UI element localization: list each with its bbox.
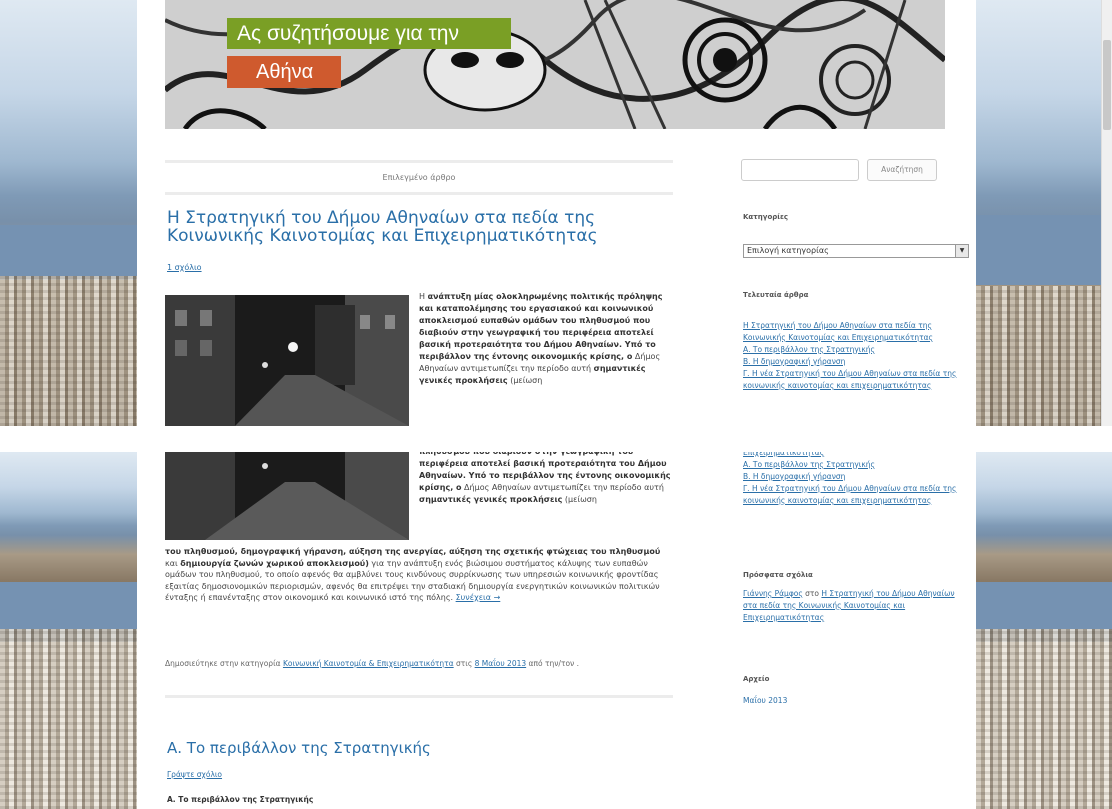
recent-comments-heading: Πρόσφατα σχόλια xyxy=(743,571,813,579)
recent-posts-list: Επιχειρηματικότητας Α. Το περιβάλλον της… xyxy=(743,452,969,507)
post-content: του πληθυσμού, δημογραφική γήρανση, αύξη… xyxy=(165,547,661,602)
site-title[interactable]: Ας συζητήσουμε για την xyxy=(227,18,511,49)
recent-posts-list: Η Στρατηγική του Δήμου Αθηναίων στα πεδί… xyxy=(743,320,969,392)
recent-comment: Γιάννης Ράμφος στο Η Στρατηγική του Δήμο… xyxy=(743,589,955,622)
recent-post-link[interactable]: Α. Το περιβάλλον της Στρατηγικής xyxy=(743,344,969,356)
featured-label: Επιλεγμένο άρθρο xyxy=(165,160,673,195)
archive-month-link[interactable]: Μαΐου 2013 xyxy=(743,695,969,707)
screenshot-top: Ας συζητήσουμε για την Αθήνα Επιλεγμένο … xyxy=(0,0,1112,426)
page-content: Ας συζητήσουμε για την Αθήνα Επιλεγμένο … xyxy=(137,0,976,426)
date-link[interactable]: 8 Μαΐου 2013 xyxy=(475,659,527,668)
post-title-line2[interactable]: Κοινωνικής Καινοτομίας και Επιχειρηματικ… xyxy=(167,227,667,245)
background-left xyxy=(0,452,137,809)
continue-reading-link[interactable]: Συνέχεια → xyxy=(456,593,501,602)
screenshot-bottom: πληθυσμού που διαβιούν στην γεωγραφική τ… xyxy=(0,452,1112,809)
archives-heading: Αρχείο xyxy=(743,675,770,683)
site-description: Αθήνα xyxy=(227,56,341,88)
post-title-line1[interactable]: Η Στρατηγική του Δήμου Αθηναίων στα πεδί… xyxy=(167,209,667,227)
post-title[interactable]: Η Στρατηγική του Δήμου Αθηναίων στα πεδί… xyxy=(167,209,667,245)
background-left xyxy=(0,0,137,426)
recent-post-link[interactable]: Η Στρατηγική του Δήμου Αθηναίων στα πεδί… xyxy=(743,320,969,344)
scrollbar[interactable] xyxy=(1101,0,1112,426)
categories-select[interactable]: Επιλογή κατηγορίας ▼ xyxy=(743,244,969,258)
search-button[interactable]: Αναζήτηση xyxy=(867,159,937,181)
recent-post-link[interactable]: Α. Το περιβάλλον της Στρατηγικής xyxy=(743,459,969,471)
chevron-down-icon[interactable]: ▼ xyxy=(955,245,968,257)
comment-author-link[interactable]: Γιάννης Ράμφος xyxy=(743,589,803,598)
recent-post-link[interactable]: Β. Η δημογραφική γήρανση xyxy=(743,356,969,368)
categories-heading: Κατηγορίες xyxy=(743,213,789,221)
recent-post-link[interactable]: Επιχειρηματικότητας xyxy=(743,452,969,459)
background-right xyxy=(976,0,1112,426)
post-excerpt: Η ανάπτυξη μίας ολοκληρωμένης πολιτικής … xyxy=(419,292,663,385)
post-meta: Δημοσιεύτηκε στην κατηγορία Κοινωνική Κα… xyxy=(165,659,580,668)
write-comment-link[interactable]: Γράψτε σχόλιο xyxy=(167,770,222,779)
comments-link[interactable]: 1 σχόλιο xyxy=(167,263,202,272)
recent-post-link[interactable]: Β. Η δημογραφική γήρανση xyxy=(743,471,969,483)
background-right xyxy=(976,452,1112,809)
post-subheading: Α. Το περιβάλλον της Στρατηγικής xyxy=(167,795,314,804)
post-title[interactable]: Α. Το περιβάλλον της Στρατηγικής xyxy=(167,739,431,757)
recent-posts-heading: Τελευταία άρθρα xyxy=(743,291,809,299)
category-link[interactable]: Κοινωνική Καινοτομία & Επιχειρηματικότητ… xyxy=(283,659,454,668)
post-thumbnail[interactable] xyxy=(165,452,409,540)
search-input[interactable] xyxy=(741,159,859,181)
scrollbar-thumb[interactable] xyxy=(1103,40,1111,130)
post-excerpt-cont: πληθυσμού που διαβιούν στην γεωγραφική τ… xyxy=(419,452,671,504)
post-thumbnail[interactable] xyxy=(165,295,409,426)
recent-post-link[interactable]: Γ. Η νέα Στρατηγική του Δήμου Αθηναίων σ… xyxy=(743,483,969,507)
archives-list: Μαΐου 2013 xyxy=(743,695,969,707)
post-separator xyxy=(165,695,673,698)
header-image: Ας συζητήσουμε για την Αθήνα xyxy=(165,0,945,129)
page-content: πληθυσμού που διαβιούν στην γεωγραφική τ… xyxy=(137,452,976,809)
recent-post-link[interactable]: Γ. Η νέα Στρατηγική του Δήμου Αθηναίων σ… xyxy=(743,368,969,392)
